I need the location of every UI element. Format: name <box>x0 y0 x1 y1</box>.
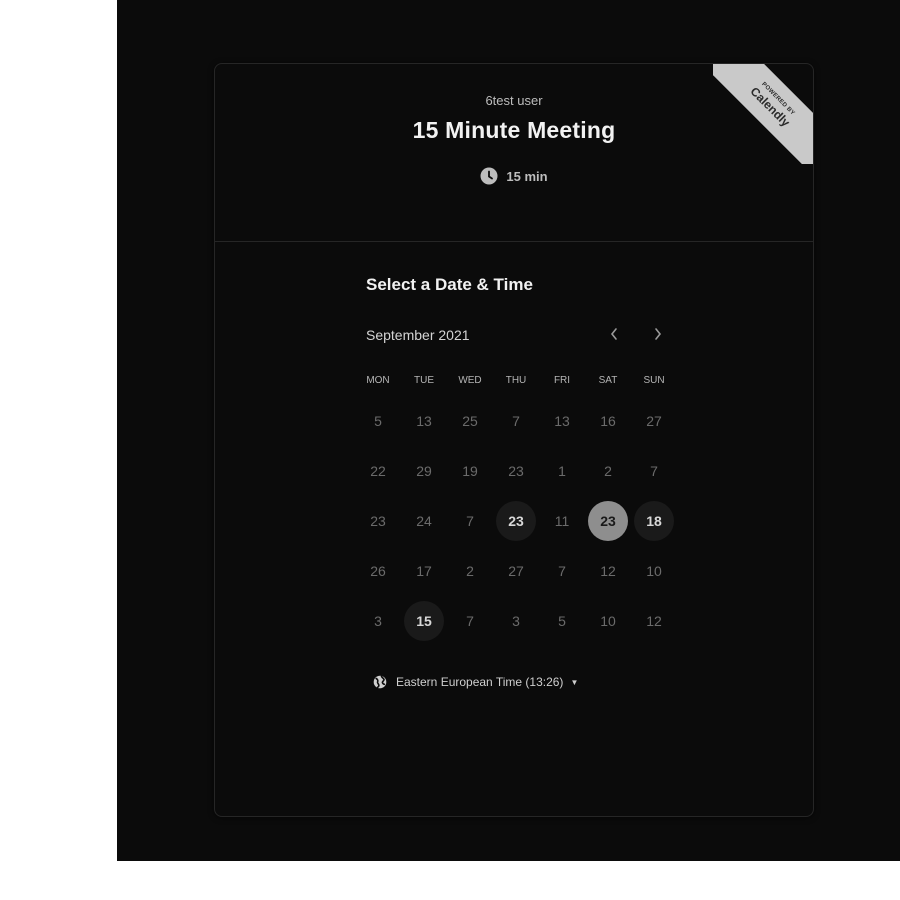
calendar-grid: MON TUE WED THU FRI SAT SUN 5 13 25 7 13 16 27… <box>355 369 677 646</box>
calendar-day: 10 <box>585 596 631 646</box>
calendar-day: 5 <box>539 596 585 646</box>
calendar-day: 16 <box>585 396 631 446</box>
month-label: September 2021 <box>366 327 470 343</box>
caret-down-icon: ▼ <box>570 677 579 687</box>
timezone-selector[interactable]: Eastern European Time (13:26) ▼ <box>373 675 578 689</box>
calendar-day: 27 <box>493 546 539 596</box>
calendar-day-number: 10 <box>600 613 616 629</box>
weekday-label: TUE <box>414 375 434 386</box>
calendar-day: 19 <box>447 446 493 496</box>
calendar-day-number: 29 <box>416 463 432 479</box>
calendar-day: 26 <box>355 546 401 596</box>
calendar-day-number: 13 <box>554 413 570 429</box>
calendar-day: 12 <box>585 546 631 596</box>
calendar-day-number: 22 <box>370 463 386 479</box>
next-month-button[interactable] <box>644 320 672 348</box>
calendar-day-number: 7 <box>558 563 566 579</box>
calendar-day: 27 <box>631 396 677 446</box>
powered-by-ribbon[interactable]: POWERED BY Calendly <box>713 64 813 164</box>
calendar-day: 7 <box>447 596 493 646</box>
calendar-day: 3 <box>493 596 539 646</box>
calendar-day: 7 <box>631 446 677 496</box>
event-duration: 15 min <box>215 167 813 185</box>
calendar-day: 10 <box>631 546 677 596</box>
weekday-label: FRI <box>553 375 571 386</box>
weekday-label: THU <box>505 375 527 386</box>
calendar-day-number: 3 <box>512 613 520 629</box>
calendar-day-number: 23 <box>588 501 628 541</box>
calendar-day: 13 <box>539 396 585 446</box>
weekday-label: WED <box>458 375 482 386</box>
calendar-day[interactable]: 18 <box>631 496 677 546</box>
section-title: Select a Date & Time <box>366 275 533 294</box>
calendar-day-number: 11 <box>554 513 570 529</box>
calendar-day: 11 <box>539 496 585 546</box>
calendar-day-number: 23 <box>370 513 386 529</box>
clock-icon <box>480 167 498 185</box>
calendar-day-number: 1 <box>558 463 566 479</box>
weekday-header: MON TUE WED THU FRI SAT SUN <box>355 369 677 393</box>
calendar-day: 1 <box>539 446 585 496</box>
calendar-day-number: 12 <box>600 563 616 579</box>
calendar-day: 22 <box>355 446 401 496</box>
calendar-day: 7 <box>539 546 585 596</box>
calendar-day-number: 7 <box>466 613 474 629</box>
calendar-day-number: 17 <box>416 563 432 579</box>
calendar-day: 25 <box>447 396 493 446</box>
calendar-day: 2 <box>447 546 493 596</box>
calendar-day: 23 <box>493 446 539 496</box>
powered-by-badge[interactable]: POWERED BY Calendly <box>713 64 813 164</box>
calendar-day-number: 27 <box>646 413 662 429</box>
weekday-label: SUN <box>643 375 665 386</box>
calendar-day-number: 2 <box>466 563 474 579</box>
calendar-day-number: 18 <box>634 501 674 541</box>
chevron-left-icon <box>610 328 617 340</box>
calendar-day-number: 24 <box>416 513 432 529</box>
calendar-day[interactable]: 15 <box>401 596 447 646</box>
calendar-day: 5 <box>355 396 401 446</box>
calendar-day: 7 <box>447 496 493 546</box>
calendar-day: 24 <box>401 496 447 546</box>
calendar-day: 17 <box>401 546 447 596</box>
calendar-day-number: 7 <box>466 513 474 529</box>
calendar-day-number: 13 <box>416 413 432 429</box>
timezone-label: Eastern European Time (13:26) <box>396 675 564 689</box>
calendar-day: 2 <box>585 446 631 496</box>
calendar-day-number: 15 <box>404 601 444 641</box>
calendar-day-number: 16 <box>600 413 616 429</box>
calendar-day[interactable]: 23 <box>493 496 539 546</box>
calendar-day-number: 23 <box>508 463 524 479</box>
calendar-day-number: 3 <box>374 613 382 629</box>
calendar-day: 7 <box>493 396 539 446</box>
calendar-days: 5 13 25 7 13 16 27 22 29 19 23 1 2 7 23 24 7 23 11 23 18 26 17… <box>355 396 677 646</box>
weekday-label: SAT <box>598 375 618 386</box>
calendar-day-number: 5 <box>558 613 566 629</box>
booking-card: 6test user 15 Minute Meeting 15 min POWE… <box>214 63 814 817</box>
calendar-day-number: 12 <box>646 613 662 629</box>
calendar-day-number: 23 <box>496 501 536 541</box>
weekday-label: MON <box>366 375 390 386</box>
calendar-day: 29 <box>401 446 447 496</box>
calendar-day: 3 <box>355 596 401 646</box>
calendar-day-number: 7 <box>650 463 658 479</box>
duration-label: 15 min <box>506 168 548 184</box>
calendar-day-number: 5 <box>374 413 382 429</box>
globe-icon <box>373 675 387 689</box>
calendar-day: 23 <box>355 496 401 546</box>
calendar-day-number: 10 <box>646 563 662 579</box>
calendar-day: 12 <box>631 596 677 646</box>
calendar-day-number: 2 <box>604 463 612 479</box>
calendar-day-number: 27 <box>508 563 524 579</box>
calendar-day-number: 26 <box>370 563 386 579</box>
calendar-day: 13 <box>401 396 447 446</box>
calendar-day-number: 25 <box>462 413 478 429</box>
chevron-right-icon <box>655 328 662 340</box>
calendar-day-selected[interactable]: 23 <box>585 496 631 546</box>
prev-month-button[interactable] <box>600 320 628 348</box>
calendar-day-number: 7 <box>512 413 520 429</box>
calendar-day-number: 19 <box>462 463 478 479</box>
